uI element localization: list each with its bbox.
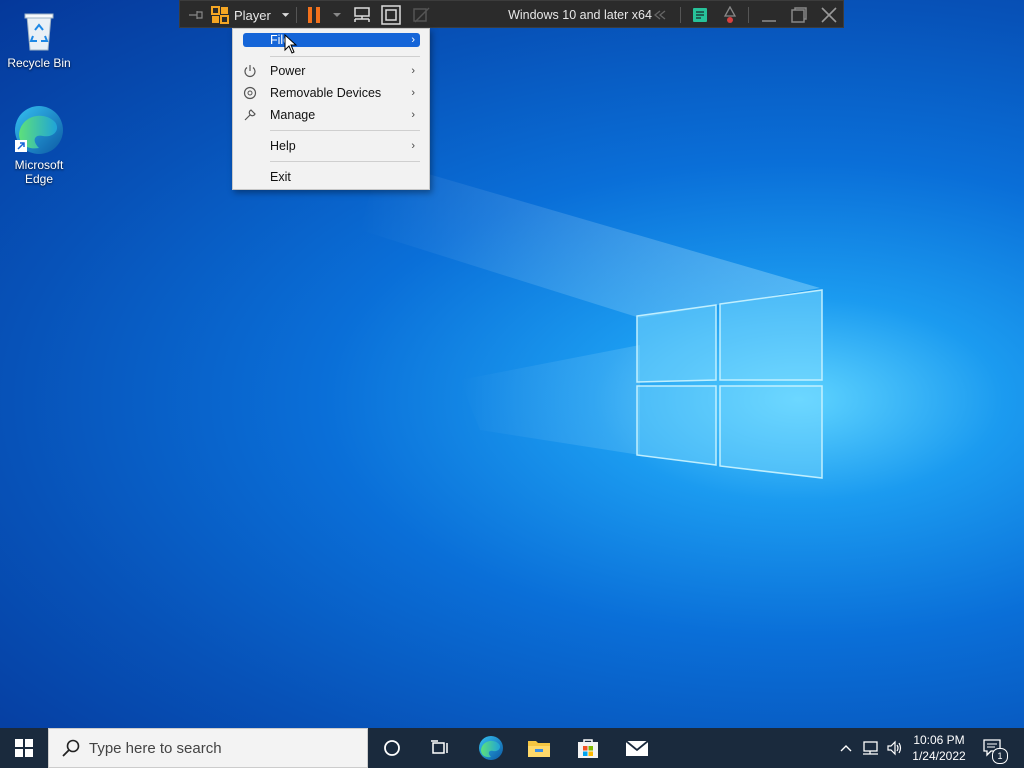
desktop-icon-recycle-bin[interactable]: Recycle Bin <box>1 8 77 70</box>
full-screen-button[interactable] <box>378 1 404 29</box>
chevron-up-icon <box>840 745 852 752</box>
close-button[interactable] <box>816 1 842 29</box>
cortana-circle-icon <box>384 740 400 756</box>
unity-disabled-icon <box>413 7 430 23</box>
mouse-cursor-icon <box>284 34 298 54</box>
player-menu-button[interactable]: Player <box>234 1 290 29</box>
action-center-button[interactable]: 1 <box>978 728 1008 768</box>
search-placeholder: Type here to search <box>89 739 222 757</box>
pause-icon <box>308 7 320 23</box>
notes-icon[interactable] <box>688 1 712 29</box>
menu-item-help[interactable]: Help › <box>233 135 429 157</box>
chevron-down-icon <box>281 13 290 17</box>
pause-button[interactable] <box>304 1 324 29</box>
recycle-bin-label: Recycle Bin <box>7 56 71 70</box>
player-dropdown-menu: File › Power › Removable Devices › Manag… <box>232 28 430 190</box>
pin-icon[interactable] <box>186 1 206 29</box>
menu-item-exit-label: Exit <box>270 170 291 184</box>
restore-icon <box>791 7 807 23</box>
vm-player-toolbar: Player Windows 10 and later x64 <box>179 0 844 28</box>
chevron-down-icon <box>333 13 341 17</box>
windows-wallpaper-logo <box>636 289 823 479</box>
menu-item-power[interactable]: Power › <box>233 60 429 82</box>
menu-item-removable-devices-label: Removable Devices <box>270 86 382 100</box>
clock-date: 1/24/2022 <box>912 749 966 763</box>
desktop-icon-microsoft-edge[interactable]: Microsoft Edge <box>1 104 77 186</box>
task-view-icon <box>431 740 448 754</box>
volume-icon <box>887 740 902 756</box>
menu-item-help-label: Help <box>270 139 296 153</box>
cortana-button[interactable] <box>372 728 412 768</box>
edge-label-line1: Microsoft <box>14 158 64 172</box>
keyboard-network-icon <box>354 7 370 22</box>
network-button[interactable] <box>860 728 882 768</box>
taskbar-store-button[interactable] <box>567 728 609 768</box>
send-ctrl-alt-del-button[interactable] <box>350 1 374 29</box>
taskbar-search-box[interactable]: Type here to search <box>48 728 368 768</box>
unity-button[interactable] <box>410 1 434 29</box>
recycle-bin-icon <box>24 13 54 51</box>
power-icon <box>244 65 256 78</box>
wrench-icon <box>244 109 256 121</box>
menu-item-manage-label: Manage <box>270 108 316 122</box>
minimize-button[interactable] <box>756 1 782 29</box>
submenu-arrow-icon: › <box>411 87 415 99</box>
removable-devices-icon <box>243 86 257 100</box>
taskbar-file-explorer-button[interactable] <box>518 728 560 768</box>
submenu-arrow-icon: › <box>411 109 415 121</box>
edge-icon <box>15 106 63 154</box>
start-button[interactable] <box>0 728 48 768</box>
submenu-arrow-icon: › <box>411 34 415 46</box>
submenu-arrow-icon: › <box>411 65 415 77</box>
task-view-button[interactable] <box>420 728 460 768</box>
taskbar-clock[interactable]: 10:06 PM 1/24/2022 <box>906 732 972 764</box>
collapse-toolbar-icon[interactable] <box>650 1 670 29</box>
windows-start-icon <box>15 739 33 757</box>
volume-button[interactable] <box>884 728 906 768</box>
mail-envelope-icon <box>625 740 649 756</box>
wallpaper-light-beams <box>360 160 823 479</box>
search-icon <box>62 739 80 757</box>
taskbar: Type here to search 10:06 PM 1/24/2022 1 <box>0 728 1024 768</box>
clock-time: 10:06 PM <box>913 733 965 747</box>
minimize-icon <box>762 20 776 22</box>
vmware-player-icon <box>210 1 230 29</box>
taskbar-edge-button[interactable] <box>470 728 512 768</box>
menu-item-power-label: Power <box>270 64 306 78</box>
menu-item-manage[interactable]: Manage › <box>233 104 429 126</box>
notification-count-badge: 1 <box>992 748 1008 764</box>
pause-options-dropdown[interactable] <box>330 1 344 29</box>
menu-item-file[interactable]: File › <box>233 29 429 51</box>
full-screen-icon <box>381 5 401 25</box>
close-icon <box>821 7 837 23</box>
player-menu-label: Player <box>234 7 271 23</box>
virtual-machine-settings-icon[interactable] <box>718 1 742 29</box>
microsoft-store-icon <box>578 739 598 758</box>
edge-icon <box>479 736 503 760</box>
show-hidden-icons-button[interactable] <box>836 728 856 768</box>
menu-item-removable-devices[interactable]: Removable Devices › <box>233 82 429 104</box>
submenu-arrow-icon: › <box>411 140 415 152</box>
vm-title: Windows 10 and later x64 <box>508 8 652 22</box>
menu-item-exit[interactable]: Exit <box>233 166 429 188</box>
network-icon <box>863 741 878 755</box>
restore-button[interactable] <box>786 1 812 29</box>
taskbar-mail-button[interactable] <box>616 728 658 768</box>
file-explorer-folder-icon <box>528 741 550 757</box>
edge-label-line2: Edge <box>24 172 54 186</box>
